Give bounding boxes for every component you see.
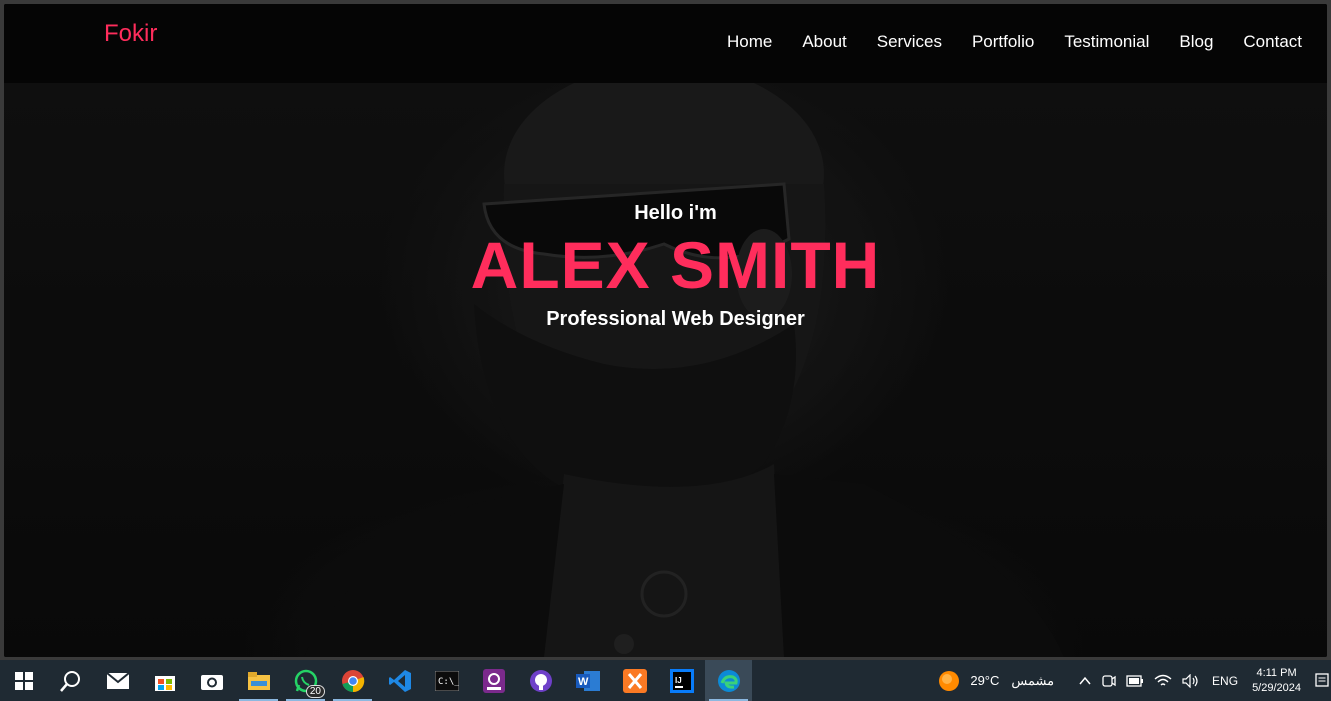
volume-icon[interactable] [1182,673,1200,688]
nav-menu: Home About Services Portfolio Testimonia… [727,32,1302,52]
pdf-icon[interactable] [470,660,517,701]
weather-temp: 29°C [970,673,1000,688]
store-icon[interactable] [141,660,188,701]
search-icon[interactable] [47,660,94,701]
chevron-up-icon[interactable] [1078,674,1092,688]
terminal-icon[interactable]: C:\_ [423,660,470,701]
svg-text:IJ: IJ [675,676,682,685]
svg-text:W: W [578,676,589,688]
nav-link-portfolio[interactable]: Portfolio [972,32,1034,52]
sun-icon [939,670,960,691]
nav-link-home[interactable]: Home [727,32,772,52]
hero-role: Professional Web Designer [546,307,805,330]
word-icon[interactable]: W [564,660,611,701]
clock[interactable]: 4:11 PM 5/29/2024 [1252,666,1301,696]
nav-link-testimonial[interactable]: Testimonial [1064,32,1149,52]
browser-viewport: Fokir Home About Services Portfolio Test… [4,4,1327,657]
wifi-icon[interactable] [1154,674,1172,688]
chrome-icon[interactable] [329,660,376,701]
nav-link-blog[interactable]: Blog [1179,32,1213,52]
site-logo[interactable]: Fokir [104,20,157,48]
github-icon[interactable] [517,660,564,701]
weather-condition: مشمس [1011,672,1055,688]
whatsapp-unread-badge: 20 [305,685,325,698]
clock-date: 5/29/2024 [1252,681,1301,694]
mail-icon[interactable] [94,660,141,701]
battery-icon[interactable] [1126,674,1144,687]
svg-text:C:\_: C:\_ [438,677,459,687]
notification-icon[interactable] [1315,672,1329,689]
system-tray: 29°C مشمس ENG 4:11 PM 5/29/2024 [938,660,1331,701]
site-navbar: Fokir Home About Services Portfolio Test… [4,4,1327,83]
clock-time: 4:11 PM [1256,666,1297,679]
hero-greeting: Hello i'm [634,202,717,224]
hero-name: ALEX SMITH [470,228,881,302]
hero-text: Hello i'm ALEX SMITH Professional Web De… [4,202,1327,331]
nav-link-services[interactable]: Services [877,32,942,52]
nav-link-about[interactable]: About [802,32,846,52]
camera-icon[interactable] [188,660,235,701]
windows-taskbar: 20 C:\_ W IJ 29°C مشمس ENG 4:11 PM 5/29/… [0,660,1331,701]
meet-now-icon[interactable] [1102,673,1116,689]
weather-widget[interactable]: 29°C مشمس [938,670,1054,692]
vscode-icon[interactable] [376,660,423,701]
intellij-icon[interactable]: IJ [658,660,705,701]
nav-link-contact[interactable]: Contact [1243,32,1302,52]
file-explorer-icon[interactable] [235,660,282,701]
xampp-icon[interactable] [611,660,658,701]
start-icon[interactable] [0,660,47,701]
language-indicator[interactable]: ENG [1212,674,1238,688]
whatsapp-icon[interactable]: 20 [282,660,329,701]
edge-icon[interactable] [705,660,752,701]
